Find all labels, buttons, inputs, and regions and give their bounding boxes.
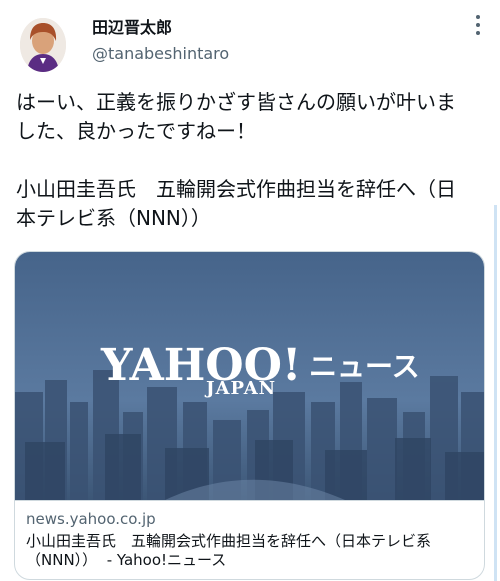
news-logo-text: ニュース [309,350,420,383]
tweet-text: はーい、正義を振りかざす皆さんの願いが叶いま した、良かったですねー！ 小山田圭… [16,88,486,233]
tweet-text-line2: 小山田圭吾氏 五輪開会式作曲担当を辞任へ（日 本テレビ系（NNN）） [16,177,456,230]
scrollbar[interactable] [494,205,497,581]
author-handle[interactable]: @tanabeshintaro [92,44,229,63]
card-domain[interactable]: news.yahoo.co.jp [26,510,156,528]
card-image: YAHOO! JAPAN ニュース [15,252,484,500]
author-name[interactable]: 田辺晋太郎 [92,14,172,38]
tweet-text-line1: はーい、正義を振りかざす皆さんの願いが叶いま した、良かったですねー！ [16,90,456,143]
japan-logo-text: JAPAN [204,378,276,399]
card-meta: news.yahoo.co.jp 小山田圭吾氏 五輪開会式作曲担当を辞任へ（日本… [15,500,484,579]
card-title[interactable]: 小山田圭吾氏 五輪開会式作曲担当を辞任へ（日本テレビ系 （NNN）） - Yah… [26,532,466,570]
more-options-icon[interactable] [466,10,490,40]
avatar[interactable] [20,18,66,72]
tweet-header: 田辺晋太郎 @tanabeshintaro [0,0,500,90]
link-card[interactable]: YAHOO! JAPAN ニュース news.yahoo.co.jp 小山田圭吾… [14,251,485,580]
